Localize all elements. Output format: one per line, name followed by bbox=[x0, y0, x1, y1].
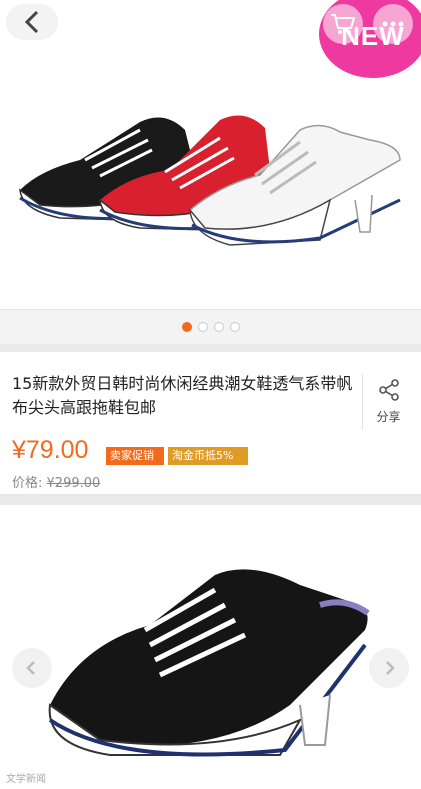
product-price: ¥79.00 bbox=[12, 436, 89, 464]
arrow-right-icon bbox=[386, 661, 395, 675]
original-price-value: ¥299.00 bbox=[46, 476, 101, 491]
more-button[interactable] bbox=[373, 4, 413, 44]
detail-image-gallery[interactable]: 文学新闻 bbox=[0, 505, 421, 789]
original-price-label: 价格: bbox=[12, 476, 43, 491]
share-button[interactable]: 分享 bbox=[362, 374, 414, 430]
share-label: 分享 bbox=[376, 410, 401, 424]
chevron-left-icon bbox=[24, 10, 39, 34]
carousel-indicator bbox=[0, 310, 421, 344]
share-icon bbox=[378, 379, 399, 401]
promo-tag-seller: 卖家促销 bbox=[106, 447, 164, 465]
more-icon bbox=[382, 21, 404, 27]
black-shoe-detail-image bbox=[48, 569, 370, 757]
cart-button[interactable] bbox=[323, 4, 363, 44]
gallery-next-button[interactable] bbox=[369, 648, 409, 688]
product-hero-image[interactable]: NEW bbox=[0, 0, 421, 310]
original-price: 价格: ¥299.00 bbox=[12, 472, 100, 491]
arrow-left-icon bbox=[26, 661, 35, 675]
product-title: 15新款外贸日韩时尚休闲经典潮女鞋透气系带帆布尖头高跟拖鞋包邮 bbox=[12, 374, 353, 417]
cart-icon bbox=[331, 14, 356, 34]
product-info-panel: 15新款外贸日韩时尚休闲经典潮女鞋透气系带帆布尖头高跟拖鞋包邮 分享 ¥79.0… bbox=[0, 352, 421, 494]
carousel-dot-active[interactable] bbox=[181, 322, 192, 332]
carousel-dot[interactable] bbox=[229, 322, 240, 332]
carousel-dot[interactable] bbox=[213, 322, 224, 332]
back-button[interactable] bbox=[6, 4, 58, 40]
watermark: 文学新闻 bbox=[6, 774, 46, 785]
carousel-dot[interactable] bbox=[197, 322, 208, 332]
promo-tag-coins: 淘金币抵5% bbox=[168, 447, 248, 465]
shoes-image bbox=[19, 115, 401, 246]
product-page: NEW 15新款外贸日韩时尚休闲经典潮女鞋透气系带帆布尖头高跟拖鞋包邮 分享 ¥… bbox=[0, 0, 421, 789]
gallery-prev-button[interactable] bbox=[12, 648, 52, 688]
